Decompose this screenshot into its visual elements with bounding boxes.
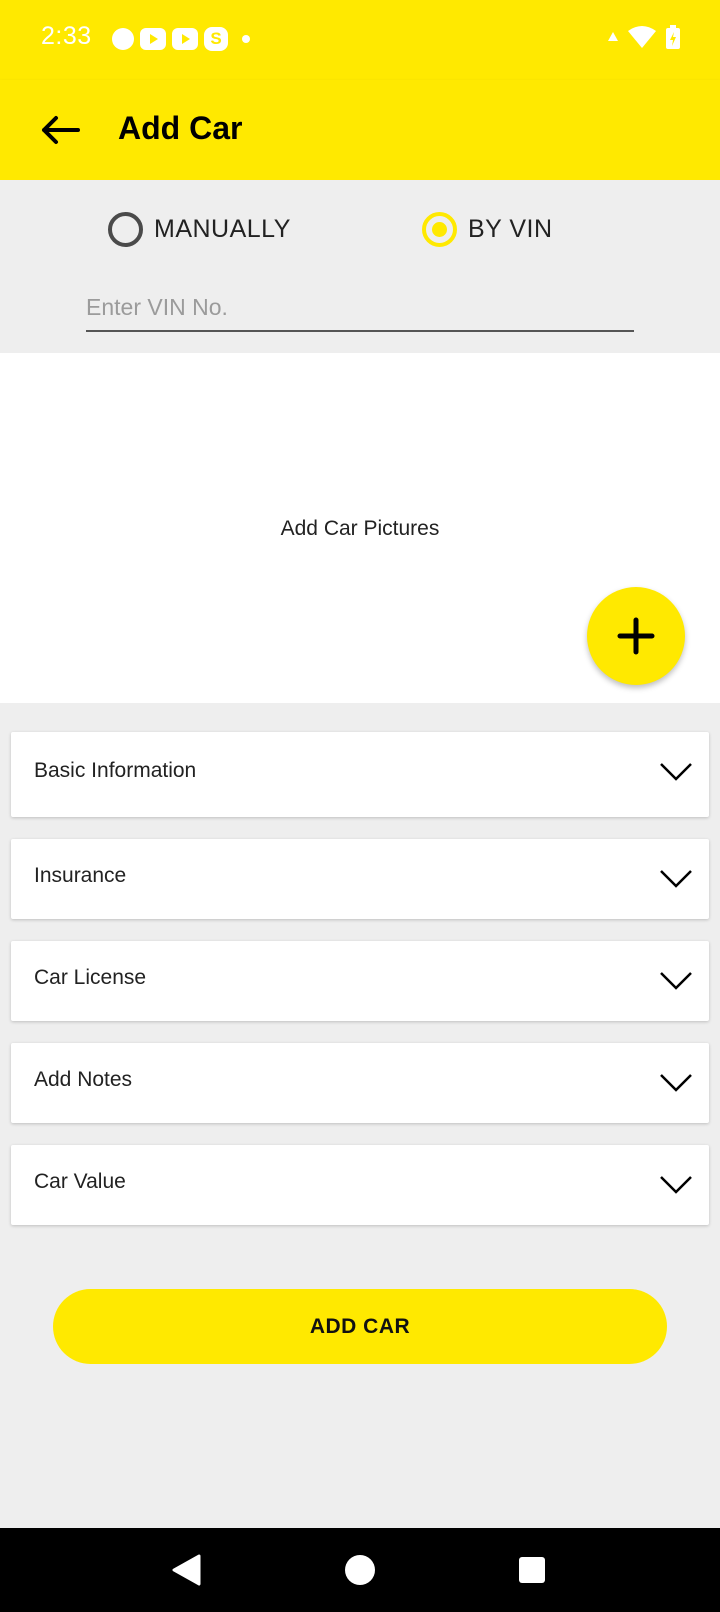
add-car-button[interactable]: ADD CAR	[53, 1289, 667, 1364]
wifi-icon	[628, 26, 656, 48]
add-car-pictures-label: Add Car Pictures	[280, 517, 440, 540]
system-nav-bar	[0, 1528, 720, 1612]
arrow-left-icon	[42, 116, 80, 144]
youtube-icon	[140, 28, 166, 50]
notification-icons: S	[112, 27, 250, 51]
radio-label-manually: MANUALLY	[154, 215, 291, 243]
section-title: Basic Information	[34, 759, 197, 782]
youtube-icon	[172, 28, 198, 50]
radio-manually[interactable]: MANUALLY	[108, 212, 291, 247]
section-title: Add Notes	[34, 1068, 133, 1091]
car-pictures-section: Add Car Pictures	[0, 353, 720, 703]
system-icons	[608, 25, 680, 49]
section-title: Car License	[34, 966, 147, 989]
vin-mode-section: MANUALLY BY VIN	[0, 180, 720, 353]
back-button[interactable]	[30, 105, 90, 155]
dot-icon	[242, 35, 250, 43]
cat-notification-icon	[112, 28, 134, 50]
section-add-notes[interactable]: Add Notes	[11, 1043, 709, 1123]
page-title: Add Car	[118, 110, 243, 146]
chevron-down-icon	[660, 1074, 692, 1092]
section-basic-information[interactable]: Basic Information	[11, 732, 709, 817]
status-bar: 2:33 S	[0, 0, 720, 80]
nav-recents-button[interactable]	[512, 1550, 552, 1590]
section-title: Insurance	[34, 864, 127, 887]
radio-checked-icon	[422, 212, 457, 247]
section-car-value[interactable]: Car Value	[11, 1145, 709, 1225]
vin-input[interactable]	[86, 290, 634, 332]
section-car-license[interactable]: Car License	[11, 941, 709, 1021]
plus-icon	[617, 617, 655, 655]
square-recents-icon	[519, 1557, 545, 1583]
chevron-down-icon	[660, 870, 692, 888]
nav-home-button[interactable]	[340, 1550, 380, 1590]
section-title: Car Value	[34, 1170, 126, 1193]
app-bar: Add Car	[0, 80, 720, 180]
nav-back-button[interactable]	[166, 1550, 206, 1590]
section-insurance[interactable]: Insurance	[11, 839, 709, 919]
radio-label-by-vin: BY VIN	[468, 215, 553, 243]
add-picture-button[interactable]	[587, 587, 685, 685]
chevron-down-icon	[660, 763, 692, 781]
skype-icon: S	[204, 27, 228, 51]
signal-icon	[608, 32, 618, 41]
chevron-down-icon	[660, 1176, 692, 1194]
battery-icon	[666, 25, 680, 49]
status-time: 2:33	[41, 22, 92, 50]
triangle-back-icon	[172, 1554, 201, 1586]
radio-unchecked-icon	[108, 212, 143, 247]
circle-home-icon	[345, 1555, 375, 1585]
chevron-down-icon	[660, 972, 692, 990]
radio-by-vin[interactable]: BY VIN	[422, 212, 553, 247]
